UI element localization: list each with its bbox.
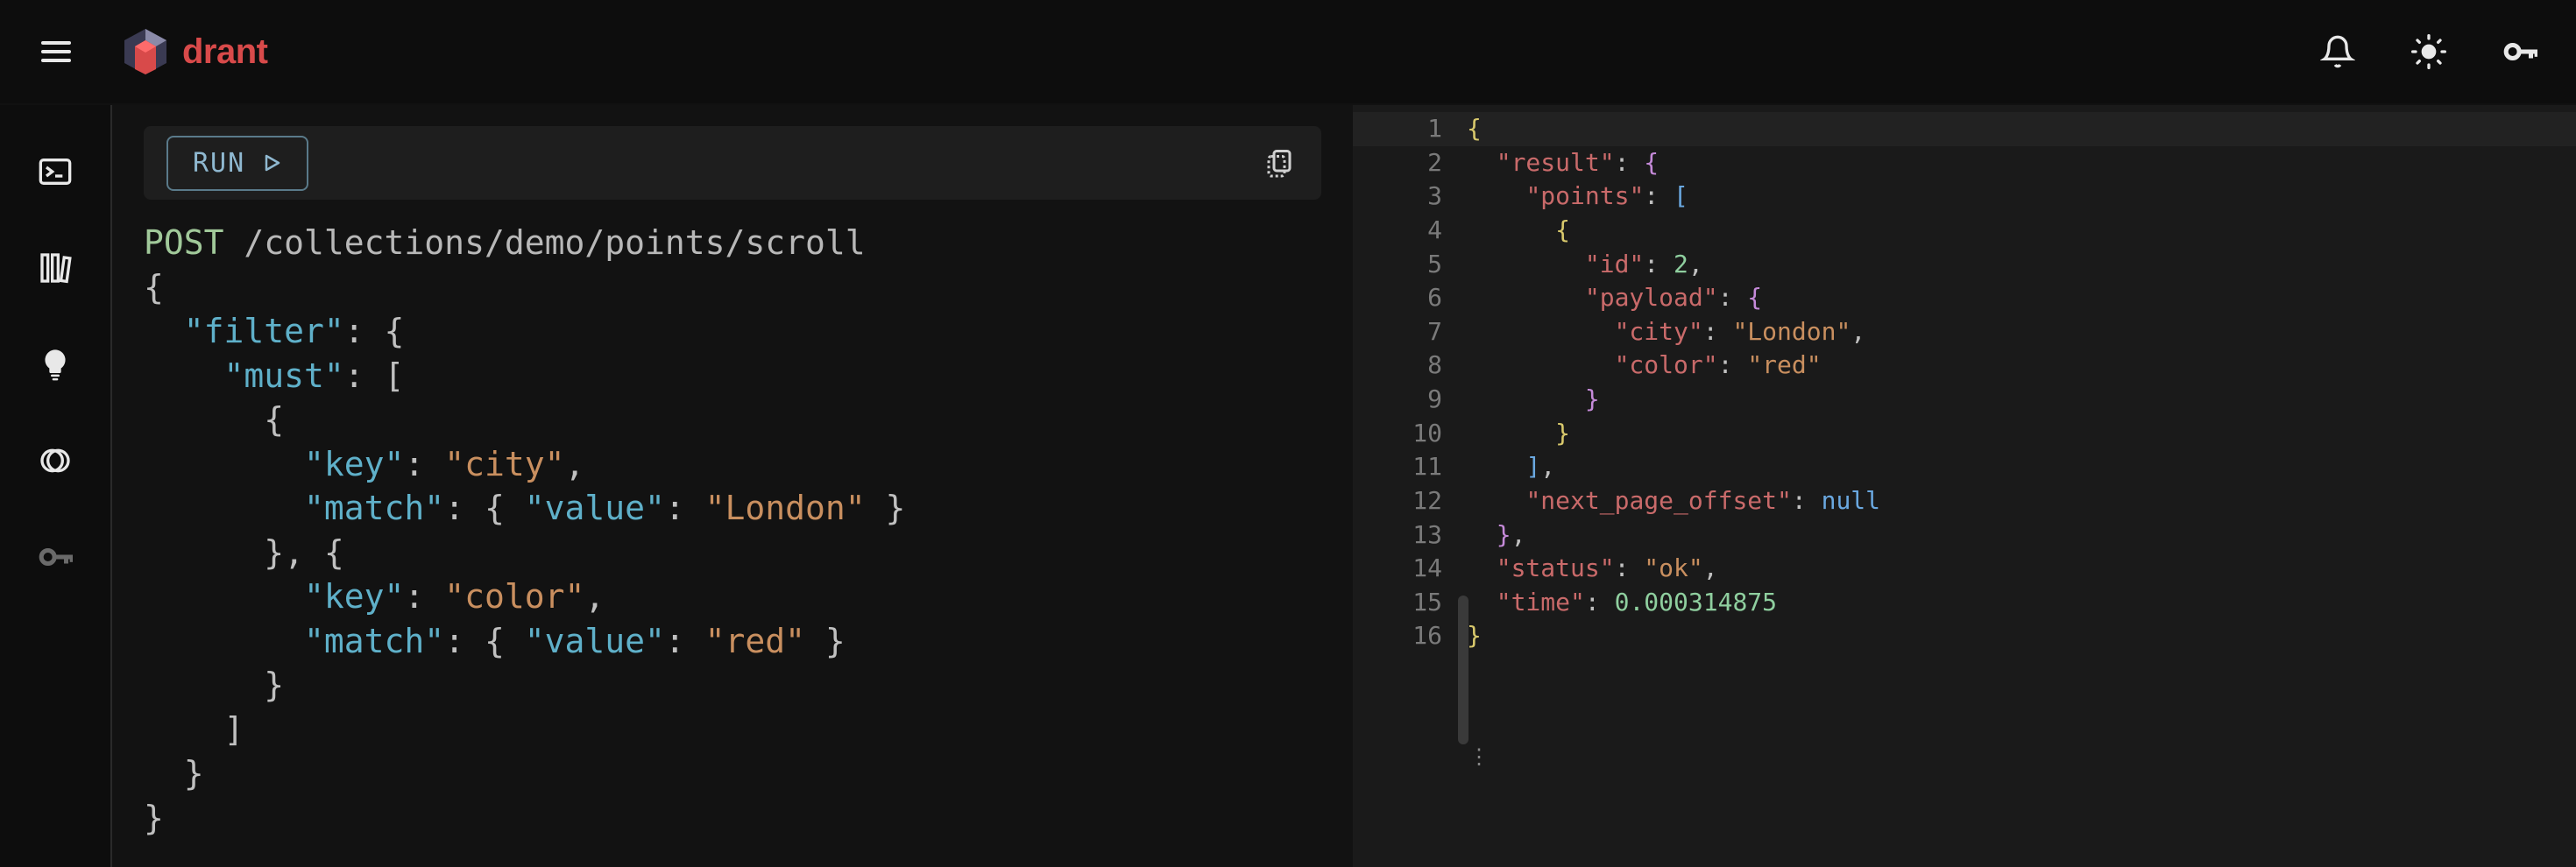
response-line: 14 "status": "ok", <box>1353 552 2576 586</box>
response-line: 11 ], <box>1353 450 2576 484</box>
topbar-actions <box>2313 27 2544 76</box>
circles-icon <box>38 443 73 478</box>
menu-button[interactable] <box>32 27 81 76</box>
line-number: 10 <box>1353 417 1467 451</box>
play-icon <box>261 152 282 173</box>
line-number: 8 <box>1353 349 1467 383</box>
line-number: 2 <box>1353 146 1467 180</box>
run-bar: RUN <box>144 126 1321 200</box>
api-key-button[interactable] <box>2495 27 2544 76</box>
brand-mark-icon <box>119 25 172 78</box>
line-number: 13 <box>1353 518 1467 553</box>
line-number: 14 <box>1353 552 1467 586</box>
copy-icon <box>1263 147 1295 179</box>
line-number: 5 <box>1353 248 1467 282</box>
line-number: 6 <box>1353 281 1467 315</box>
response-line: 3 "points": [ <box>1353 180 2576 214</box>
run-button-label: RUN <box>193 148 245 179</box>
response-line: 7 "city": "London", <box>1353 315 2576 349</box>
response-line: 8 "color": "red" <box>1353 349 2576 383</box>
response-line: 15 "time": 0.000314875 <box>1353 586 2576 620</box>
response-line: 6 "payload": { <box>1353 281 2576 315</box>
bell-icon <box>2320 34 2355 69</box>
line-number: 1 <box>1353 112 1467 146</box>
line-number: 12 <box>1353 484 1467 518</box>
scrollbar-thumb[interactable] <box>1458 596 1468 744</box>
response-line: 2 "result": { <box>1353 146 2576 180</box>
response-line: 9 } <box>1353 383 2576 417</box>
response-line: 13 }, <box>1353 518 2576 553</box>
sidebar-datasets[interactable] <box>31 436 80 485</box>
sidebar-console[interactable] <box>31 147 80 196</box>
notifications-button[interactable] <box>2313 27 2362 76</box>
line-number: 9 <box>1353 383 1467 417</box>
run-button[interactable]: RUN <box>166 136 308 191</box>
sun-icon <box>2411 34 2446 69</box>
brand-text: drant <box>182 32 268 72</box>
line-number: 7 <box>1353 315 1467 349</box>
sidebar-access[interactable] <box>31 532 80 582</box>
response-line: 12 "next_page_offset": null <box>1353 484 2576 518</box>
copy-button[interactable] <box>1260 144 1299 182</box>
key-icon <box>38 539 73 574</box>
line-number: 15 <box>1353 586 1467 620</box>
key-icon <box>2502 34 2537 69</box>
response-line: 10 } <box>1353 417 2576 451</box>
request-pane: RUN POST /collections/demo/points/scroll… <box>112 105 1353 867</box>
response-line: 4 { <box>1353 214 2576 248</box>
terminal-icon <box>38 154 73 189</box>
sidebar <box>0 105 112 867</box>
response-line: 5 "id": 2, <box>1353 248 2576 282</box>
library-icon <box>38 250 73 285</box>
sidebar-tutorial[interactable] <box>31 340 80 389</box>
brand-logo[interactable]: drant <box>119 25 268 78</box>
lightbulb-icon <box>38 347 73 382</box>
theme-toggle-button[interactable] <box>2404 27 2453 76</box>
hamburger-icon <box>39 34 74 69</box>
pane-resize-handle[interactable]: ⋮ <box>1468 744 1490 769</box>
line-number: 11 <box>1353 450 1467 484</box>
request-editor[interactable]: POST /collections/demo/points/scroll { "… <box>144 221 1321 840</box>
response-viewer[interactable]: 1{2 "result": {3 "points": [4 {5 "id": 2… <box>1353 105 2576 653</box>
response-pane: 1{2 "result": {3 "points": [4 {5 "id": 2… <box>1353 105 2576 867</box>
response-line: 16} <box>1353 619 2576 653</box>
line-number: 4 <box>1353 214 1467 248</box>
response-line: 1{ <box>1353 112 2576 146</box>
topbar: drant <box>0 0 2576 105</box>
line-number: 3 <box>1353 180 1467 214</box>
line-number: 16 <box>1353 619 1467 653</box>
sidebar-collections[interactable] <box>31 243 80 293</box>
